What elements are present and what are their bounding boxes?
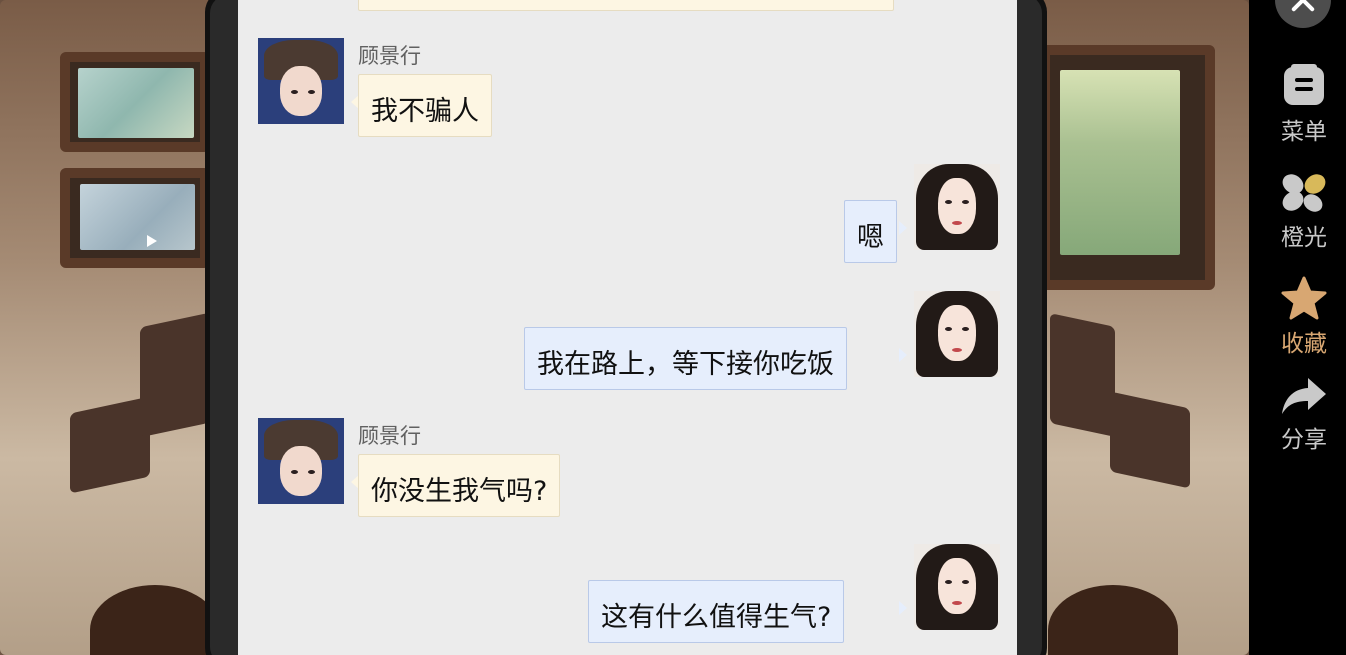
- message-bubble-partial: [358, 0, 894, 11]
- orange-light-button[interactable]: 橙光: [1262, 170, 1346, 252]
- cabin-panel: [1110, 391, 1190, 489]
- cabin-screen: [80, 184, 195, 250]
- menu-icon: [1284, 64, 1324, 105]
- sidebar-item-label: 菜单: [1281, 119, 1327, 145]
- share-icon: [1282, 378, 1326, 414]
- message-bubble[interactable]: 你没生我气吗?: [358, 454, 561, 517]
- avatar-player[interactable]: [914, 291, 1000, 377]
- favorite-button[interactable]: 收藏: [1262, 276, 1346, 358]
- message-bubble[interactable]: 嗯: [844, 200, 897, 263]
- message-bubble[interactable]: 我在路上，等下接你吃饭: [524, 327, 847, 390]
- share-button[interactable]: 分享: [1262, 376, 1346, 454]
- cabin-panel: [1050, 313, 1115, 437]
- message-bubble[interactable]: 我不骗人: [358, 74, 492, 137]
- message-bubble[interactable]: 这有什么值得生气?: [588, 580, 845, 643]
- bubble-tail: [899, 601, 907, 615]
- sender-name: 顾景行: [358, 44, 421, 68]
- cabin-panel: [140, 312, 210, 438]
- sidebar-item-label: 橙光: [1281, 225, 1327, 251]
- sender-name: 顾景行: [358, 424, 421, 448]
- chat-window[interactable]: 顾景行 我不骗人 嗯 我在路上，等下接你吃饭 顾景行 你没生我气吗? 这有什么值…: [238, 0, 1017, 655]
- avatar-gu-jingxing[interactable]: [258, 418, 344, 504]
- bubble-tail: [899, 221, 907, 235]
- sidebar-item-label: 收藏: [1281, 331, 1327, 357]
- cabin-screen: [1060, 70, 1180, 255]
- bubble-tail: [899, 348, 907, 362]
- avatar-player[interactable]: [914, 164, 1000, 250]
- menu-button[interactable]: 菜单: [1262, 62, 1346, 146]
- avatar-player[interactable]: [914, 544, 1000, 630]
- orange-light-icon: [1282, 174, 1326, 212]
- sidebar-item-label: 分享: [1281, 427, 1327, 453]
- avatar-gu-jingxing[interactable]: [258, 38, 344, 124]
- star-icon: [1281, 276, 1327, 320]
- cabin-panel: [70, 396, 150, 494]
- cabin-screen: [78, 68, 194, 138]
- play-icon: [147, 235, 157, 247]
